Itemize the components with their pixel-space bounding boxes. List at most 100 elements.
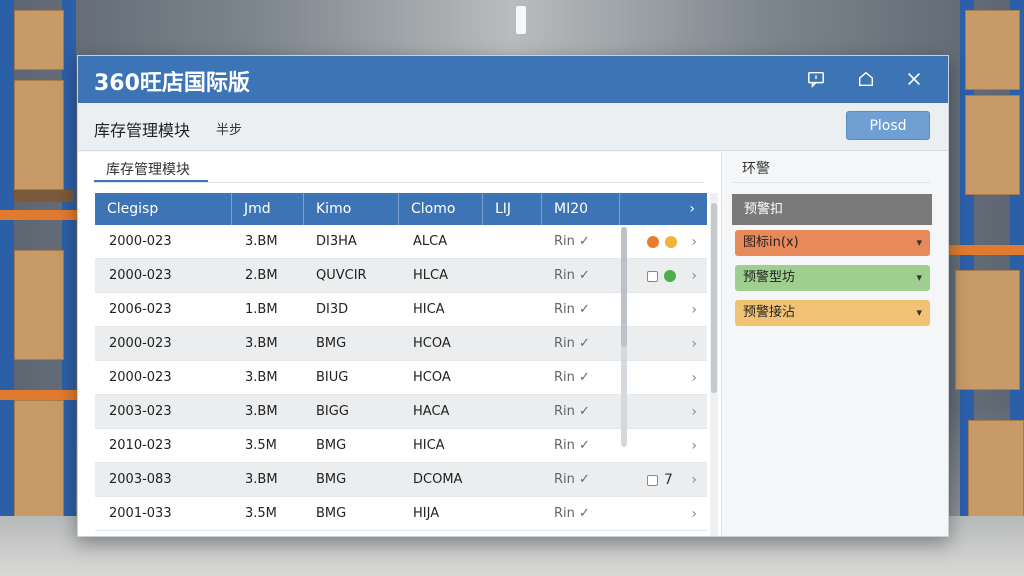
chevron-right-icon[interactable]: ›: [691, 395, 697, 429]
cell-class: HACA: [413, 404, 450, 419]
chevron-right-icon[interactable]: ›: [691, 429, 697, 463]
cell-code: 2000-023: [109, 370, 172, 385]
app-window: 360旺店国际版 库存管理模块 半步 Plosd 库存管理模块 Clegisp …: [77, 55, 949, 537]
alert-dropdown[interactable]: 图标in(x) ▾: [735, 230, 930, 256]
cell-code: 2003-083: [109, 472, 172, 487]
cell-class: HCOA: [413, 336, 451, 351]
panel-title: 环警: [742, 161, 770, 177]
cell-class: HICA: [413, 438, 445, 453]
cell-kind: BMG: [316, 438, 347, 453]
cell-size: 3.BM: [245, 234, 278, 249]
alert-dropdown-label: 预警型坊: [743, 270, 796, 285]
cell-size: 3.BM: [245, 370, 278, 385]
green-dot-icon: [664, 270, 676, 282]
column-header-label: Jmd: [244, 201, 271, 217]
cell-status: Rin ✓: [554, 336, 590, 351]
chevron-right-icon[interactable]: ›: [691, 225, 697, 259]
primary-action-button[interactable]: Plosd: [846, 111, 930, 140]
cell-status: Rin ✓: [554, 438, 590, 453]
column-header-label: MI20: [554, 201, 589, 217]
cell-code: 2000-023: [109, 268, 172, 283]
table-row[interactable]: 2006-023 1.BM DI3D HICA Rin ✓ ›: [95, 293, 707, 327]
cell-size: 1.BM: [245, 302, 278, 317]
inner-scroll-thumb[interactable]: [621, 227, 627, 347]
cell-code: 2001-033: [109, 506, 172, 521]
table-row[interactable]: 2000-023 3.BM BMG HCOA Rin ✓ ›: [95, 327, 707, 361]
home-icon: [858, 71, 874, 87]
row-controls: [647, 259, 676, 293]
column-header[interactable]: Jmd: [232, 193, 304, 225]
table-row[interactable]: 2003-083 3.BM BMG DCOMA Rin ✓ 7 ›: [95, 463, 707, 497]
alert-dropdown-label: 图标in(x): [743, 235, 799, 250]
panel-header: 预警扣: [732, 194, 932, 225]
column-header[interactable]: Kimo: [304, 193, 399, 225]
table-header: Clegisp Jmd Kimo Clomo LIJ MI20 ›: [95, 193, 707, 225]
cell-status: Rin ✓: [554, 404, 590, 419]
message-button[interactable]: [796, 64, 836, 94]
chevron-down-icon: ▾: [916, 271, 922, 284]
home-button[interactable]: [846, 64, 886, 94]
cell-kind: DI3HA: [316, 234, 357, 249]
cell-code: 2000-023: [109, 336, 172, 351]
cell-class: DCOMA: [413, 472, 463, 487]
row-checkbox[interactable]: [647, 270, 658, 282]
status-dots: [647, 225, 677, 259]
row-controls: 7: [647, 463, 673, 497]
cell-size: 3.BM: [245, 336, 278, 351]
inner-scrollbar[interactable]: [621, 227, 627, 447]
close-button[interactable]: [894, 64, 934, 94]
table-row[interactable]: 2000-023 2.BM QUVCIR HLCA Rin ✓ ›: [95, 259, 707, 293]
chevron-right-icon[interactable]: ›: [691, 293, 697, 327]
cell-code: 2003-023: [109, 404, 172, 419]
table-row[interactable]: 2000-023 3.BM BIUG HCOA Rin ✓ ›: [95, 361, 707, 395]
message-icon: [808, 71, 824, 88]
cell-size: 3.5M: [245, 438, 277, 453]
column-header[interactable]: Clegisp: [95, 193, 232, 225]
row-checkbox[interactable]: [647, 474, 658, 486]
title-bar: 360旺店国际版: [78, 56, 948, 103]
chevron-right-icon[interactable]: ›: [691, 361, 697, 395]
cell-kind: QUVCIR: [316, 268, 367, 283]
cell-code: 2010-023: [109, 438, 172, 453]
close-icon: [908, 73, 920, 85]
column-header-label: LIJ: [495, 201, 512, 217]
table-row[interactable]: 2010-023 3.5M BMG HICA Rin ✓ ›: [95, 429, 707, 463]
cell-kind: BMG: [316, 336, 347, 351]
cell-status: Rin ✓: [554, 302, 590, 317]
tab-inventory[interactable]: 库存管理模块: [94, 156, 208, 182]
cell-size: 3.BM: [245, 404, 278, 419]
sub-label: 半步: [216, 123, 243, 138]
cell-kind: BIGG: [316, 404, 349, 419]
column-header[interactable]: LIJ: [483, 193, 542, 225]
chevron-right-icon[interactable]: ›: [691, 463, 697, 497]
cell-kind: BIUG: [316, 370, 349, 385]
orange-dot-icon: [647, 236, 659, 248]
cell-status: Rin ✓: [554, 370, 590, 385]
cell-class: HICA: [413, 302, 445, 317]
cell-status: Rin ✓: [554, 472, 590, 487]
module-toolbar: 库存管理模块 半步 Plosd: [78, 103, 948, 151]
chevron-down-icon: ▾: [916, 306, 922, 319]
chevron-right-icon[interactable]: ›: [691, 497, 697, 531]
alert-dropdown[interactable]: 预警型坊 ▾: [735, 265, 930, 291]
yellow-dot-icon: [665, 236, 677, 248]
chevron-right-icon[interactable]: ›: [691, 327, 697, 361]
inventory-table: Clegisp Jmd Kimo Clomo LIJ MI20 › 2000-0…: [95, 193, 707, 536]
alert-dropdown-label: 预警接沾: [743, 305, 796, 320]
cell-code: 2000-023: [109, 234, 172, 249]
column-header-label: Clomo: [411, 201, 456, 217]
header-expand[interactable]: ›: [620, 193, 707, 225]
table-row[interactable]: 2003-023 3.BM BIGG HACA Rin ✓ ›: [95, 395, 707, 429]
table-scroll-thumb[interactable]: [711, 203, 717, 393]
table-scrollbar[interactable]: [710, 193, 718, 536]
cell-class: HLCA: [413, 268, 448, 283]
chevron-right-icon[interactable]: ›: [691, 259, 697, 293]
row-count: 7: [664, 472, 673, 488]
column-header[interactable]: Clomo: [399, 193, 483, 225]
alert-dropdown[interactable]: 预警接沾 ▾: [735, 300, 930, 326]
cell-class: HIJA: [413, 506, 440, 521]
column-header[interactable]: MI20: [542, 193, 620, 225]
column-header-label: Clegisp: [107, 201, 159, 217]
table-row[interactable]: 2001-033 3.5M BMG HIJA Rin ✓ ›: [95, 497, 707, 531]
table-row[interactable]: 2000-023 3.BM DI3HA ALCA Rin ✓ ›: [95, 225, 707, 259]
